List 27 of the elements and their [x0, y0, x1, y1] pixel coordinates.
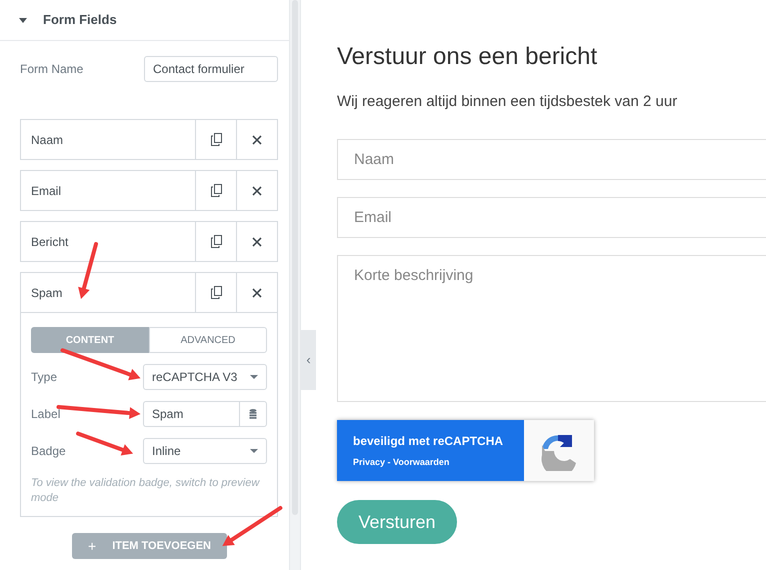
message-field[interactable]: Korte beschrijving: [337, 255, 766, 402]
select-field[interactable]: Inline: [143, 438, 267, 464]
caret-icon[interactable]: [19, 18, 27, 22]
input-field[interactable]: Email: [337, 197, 766, 238]
section-title: Form Fields: [43, 11, 117, 30]
select-field[interactable]: reCAPTCHA V3: [143, 364, 267, 390]
form-title: Verstuur ons een bericht: [337, 42, 598, 72]
database-icon: [249, 409, 257, 419]
tab[interactable]: ADVANCED: [149, 327, 267, 353]
field-label: Form Name: [20, 61, 84, 78]
hint-text: To view the validation badge, switch to preview mode: [31, 476, 261, 506]
field-item[interactable]: Spam: [21, 273, 195, 312]
dropdown-caret-icon: [250, 375, 258, 379]
setting-label: Type: [31, 369, 58, 386]
text-field[interactable]: Spam: [143, 401, 239, 427]
input-field[interactable]: Naam: [337, 139, 766, 180]
close-icon: [252, 288, 262, 298]
recaptcha-links[interactable]: Privacy - Voorwaarden: [353, 456, 524, 470]
dropdown-caret-icon: [250, 449, 258, 453]
setting-label: Label: [31, 406, 60, 423]
dynamic-tags-button[interactable]: [239, 401, 267, 427]
recaptcha-title: beveiligd met reCAPTCHA: [353, 433, 504, 450]
setting-label: Badge: [31, 443, 66, 460]
collapse-handle[interactable]: ‹: [301, 330, 316, 390]
copy-icon: [210, 286, 222, 299]
form-subtitle: Wij reageren altijd binnen een tijdsbestek van 2 uur: [337, 92, 678, 112]
form-name-input[interactable]: Contact formulier: [144, 56, 278, 82]
